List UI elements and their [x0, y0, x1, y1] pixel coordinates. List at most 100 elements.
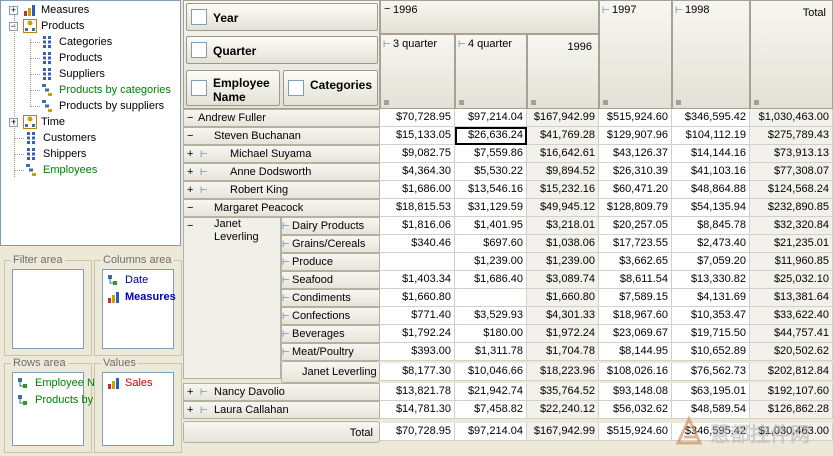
data-cell[interactable]: $167,942.99: [527, 109, 599, 127]
expand-icon[interactable]: +: [187, 182, 193, 198]
data-cell[interactable]: $515,924.60: [599, 109, 672, 127]
data-cell[interactable]: $3,662.65: [599, 253, 672, 271]
data-cell[interactable]: $93,148.08: [599, 383, 672, 401]
data-cell[interactable]: $97,214.04: [455, 423, 527, 441]
tree-node-measures[interactable]: Measures: [23, 2, 89, 18]
expand-marker-icon[interactable]: ⊢: [282, 276, 291, 285]
data-cell[interactable]: $15,133.05: [380, 127, 455, 145]
collapse-icon[interactable]: −: [187, 128, 193, 144]
expand-marker-icon[interactable]: ⊢: [282, 348, 291, 357]
data-cell[interactable]: $275,789.43: [750, 127, 833, 145]
expand-marker-icon[interactable]: ⊢: [282, 222, 291, 231]
data-cell[interactable]: $13,821.78: [380, 383, 455, 401]
data-cell[interactable]: $11,960.85: [750, 253, 833, 271]
col-header-3-quarter[interactable]: ⊢ 3 quarter: [380, 34, 455, 109]
tree-node-time[interactable]: Time: [23, 114, 65, 130]
row-header[interactable]: Produce ⊢: [281, 253, 380, 271]
area-field-sales[interactable]: Sales: [107, 375, 153, 391]
collapse-icon[interactable]: −: [187, 110, 193, 126]
data-cell[interactable]: $1,239.00: [527, 253, 599, 271]
row-header[interactable]: Janet Leverling: [281, 361, 380, 383]
year-field-button[interactable]: Year: [186, 3, 378, 31]
data-cell[interactable]: $129,907.96: [599, 127, 672, 145]
data-cell[interactable]: $22,240.12: [527, 401, 599, 419]
data-cell[interactable]: $126,862.28: [750, 401, 833, 419]
data-cell[interactable]: $23,069.67: [599, 325, 672, 343]
expand-marker-icon[interactable]: ⊢: [200, 406, 209, 415]
resize-handle-icon[interactable]: [603, 100, 608, 105]
expand-icon[interactable]: +: [187, 164, 193, 180]
data-cell[interactable]: $10,046.66: [455, 363, 527, 381]
row-header[interactable]: Seafood ⊢: [281, 271, 380, 289]
row-header[interactable]: + Laura Callahan ⊢: [183, 401, 380, 419]
area-field-employee-n[interactable]: Employee N: [17, 375, 95, 391]
area-field-date[interactable]: Date: [107, 272, 148, 288]
col-header-1996-total[interactable]: 1996: [527, 34, 599, 109]
data-cell[interactable]: $1,704.78: [527, 343, 599, 361]
tree-node-products[interactable]: Products: [23, 18, 84, 34]
data-cell[interactable]: $10,353.47: [672, 307, 750, 325]
data-cell[interactable]: [380, 253, 455, 271]
data-cell[interactable]: $17,723.55: [599, 235, 672, 253]
data-cell[interactable]: $7,458.82: [455, 401, 527, 419]
data-cell[interactable]: $26,636.24: [455, 127, 527, 145]
col-header-1996[interactable]: − 1996: [380, 0, 599, 34]
data-cell[interactable]: $32,320.84: [750, 217, 833, 235]
data-cell[interactable]: $43,126.37: [599, 145, 672, 163]
data-cell[interactable]: $60,471.20: [599, 181, 672, 199]
col-header-4-quarter[interactable]: ⊢ 4 quarter: [455, 34, 527, 109]
resize-handle-icon[interactable]: [459, 100, 464, 105]
data-cell[interactable]: $8,177.30: [380, 363, 455, 381]
data-cell[interactable]: $16,642.61: [527, 145, 599, 163]
data-cell[interactable]: [455, 289, 527, 307]
expand-marker-icon[interactable]: ⊢: [458, 38, 468, 50]
expand-icon[interactable]: +: [9, 6, 18, 15]
expand-marker-icon[interactable]: ⊢: [282, 294, 291, 303]
col-header-1998[interactable]: ⊢ 1998: [672, 0, 750, 109]
data-cell[interactable]: $63,195.01: [672, 383, 750, 401]
data-cell[interactable]: $56,032.62: [599, 401, 672, 419]
row-header[interactable]: Condiments ⊢: [281, 289, 380, 307]
data-cell[interactable]: $14,144.16: [672, 145, 750, 163]
expand-marker-icon[interactable]: ⊢: [200, 388, 209, 397]
expand-icon[interactable]: +: [187, 402, 193, 418]
data-cell[interactable]: $44,757.41: [750, 325, 833, 343]
row-header[interactable]: Grains/Cereals ⊢: [281, 235, 380, 253]
data-cell[interactable]: $4,131.69: [672, 289, 750, 307]
data-cell[interactable]: $180.00: [455, 325, 527, 343]
data-cell[interactable]: $515,924.60: [599, 423, 672, 441]
resize-handle-icon[interactable]: [384, 100, 389, 105]
data-cell[interactable]: $5,530.22: [455, 163, 527, 181]
expand-marker-icon[interactable]: ⊢: [675, 4, 685, 16]
row-header[interactable]: − Janet Leverling: [183, 217, 281, 379]
data-cell[interactable]: $346,595.42: [672, 109, 750, 127]
tree-node-products-by-categories[interactable]: Products by categories: [41, 82, 171, 98]
data-cell[interactable]: $41,103.16: [672, 163, 750, 181]
row-header[interactable]: Meat/Poultry ⊢: [281, 343, 380, 361]
values-area-drop-zone[interactable]: Sales: [102, 372, 174, 446]
collapse-icon[interactable]: −: [187, 218, 193, 234]
data-cell[interactable]: $1,030,463.00: [750, 109, 833, 127]
data-cell[interactable]: $97,214.04: [455, 109, 527, 127]
data-cell[interactable]: $232,890.85: [750, 199, 833, 217]
data-cell[interactable]: $104,112.19: [672, 127, 750, 145]
rows-area-drop-zone[interactable]: Employee N Products by: [12, 372, 95, 446]
expand-icon[interactable]: +: [187, 384, 193, 400]
data-cell[interactable]: $8,611.54: [599, 271, 672, 289]
data-cell[interactable]: $1,401.95: [455, 217, 527, 235]
data-cell[interactable]: $13,546.16: [455, 181, 527, 199]
data-cell[interactable]: $192,107.60: [750, 383, 833, 401]
data-cell[interactable]: $77,308.07: [750, 163, 833, 181]
expand-marker-icon[interactable]: ⊢: [200, 168, 209, 177]
olap-structure-tree[interactable]: Measures + Products − Categories Products Supp…: [0, 0, 181, 246]
quarter-field-button[interactable]: Quarter: [186, 36, 378, 64]
data-cell[interactable]: $76,562.73: [672, 363, 750, 381]
data-cell[interactable]: $1,686.00: [380, 181, 455, 199]
data-cell[interactable]: $8,845.78: [672, 217, 750, 235]
row-header[interactable]: + Nancy Davolio ⊢: [183, 383, 380, 401]
collapse-icon[interactable]: −: [187, 200, 193, 216]
col-header-1997[interactable]: ⊢ 1997: [599, 0, 672, 109]
data-cell[interactable]: $1,030,463.00: [750, 423, 833, 441]
resize-handle-icon[interactable]: [531, 100, 536, 105]
data-cell[interactable]: $1,816.06: [380, 217, 455, 235]
